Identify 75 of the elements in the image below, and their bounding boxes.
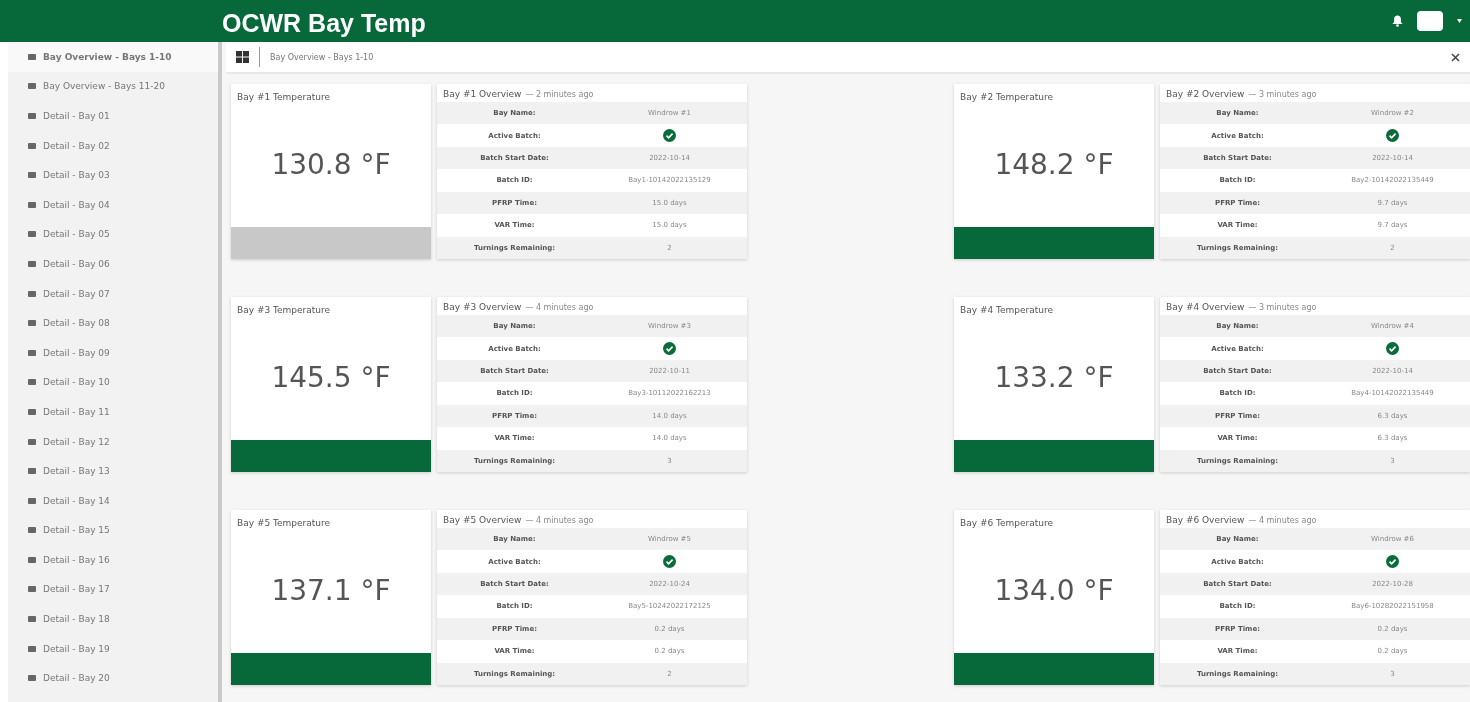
sidebar-item[interactable]: Detail - Bay 09 [8, 337, 218, 368]
temperature-reading: 130.8 °F [270, 147, 392, 183]
update-time: — 4 minutes ago [525, 303, 594, 312]
sidebar-item[interactable]: Detail - Bay 07 [8, 278, 218, 309]
sidebar-item[interactable]: Detail - Bay 15 [8, 515, 218, 546]
temperature-reading: 145.5 °F [270, 360, 392, 396]
card-title: Bay #3 Temperature [236, 304, 331, 315]
dashboard-icon [28, 231, 36, 238]
sidebar-item[interactable]: Detail - Bay 13 [8, 456, 218, 486]
sidebar-item[interactable]: Bay Overview - Bays 11-20 [8, 71, 218, 102]
close-icon[interactable] [1451, 52, 1460, 62]
sidebar-item[interactable]: Detail - Bay 14 [8, 485, 218, 516]
card-title: Bay #3 Overview [443, 302, 522, 312]
dashboard-icon [28, 586, 36, 593]
app-title: OCWR Bay Temp [222, 8, 427, 38]
temperature-reading: 134.0 °F [993, 573, 1115, 609]
sidebar-item[interactable]: Bay Overview - Bays 1-10 [8, 42, 218, 72]
dashboard-icon [28, 172, 36, 179]
dashboard-icon [28, 616, 36, 623]
temperature-reading: 137.1 °F [270, 573, 392, 609]
update-time: — 3 minutes ago [1248, 90, 1317, 99]
caret-icon[interactable] [1457, 19, 1462, 23]
sidebar-item[interactable]: Detail - Bay 20 [8, 663, 218, 694]
sidebar-item[interactable]: Detail - Bay 17 [8, 574, 218, 605]
sidebar-item[interactable]: Detail - Bay 10 [8, 367, 218, 398]
grid-icon[interactable] [236, 51, 249, 63]
dashboard-icon [28, 556, 36, 563]
dashboard-icon [28, 527, 36, 534]
dashboard-icon [28, 201, 36, 208]
card-title: Bay #4 Temperature [959, 304, 1054, 315]
card-title: Bay #2 Temperature [959, 91, 1054, 102]
card-title: Bay #5 Overview [443, 515, 522, 525]
sidebar-item[interactable]: Detail - Bay 05 [8, 219, 218, 250]
dashboard-icon [28, 53, 36, 60]
dashboard-icon [28, 675, 36, 682]
dashboard-icon [28, 379, 36, 386]
sidebar-item[interactable]: Detail - Bay 06 [8, 249, 218, 279]
sidebar-item[interactable]: Detail - Bay 08 [8, 308, 218, 338]
card-title: Bay #5 Temperature [236, 517, 331, 528]
dashboard-icon [28, 408, 36, 415]
breadcrumb: Bay Overview - Bays 1-10 [270, 52, 375, 62]
sidebar-item[interactable]: Detail - Bay 04 [8, 189, 218, 220]
update-time: — 2 minutes ago [525, 90, 594, 99]
card-title: Bay #2 Overview [1166, 89, 1245, 99]
dashboard-icon [28, 83, 36, 90]
update-time: — 3 minutes ago [1248, 303, 1317, 312]
sidebar-item[interactable]: Detail - Bay 18 [8, 604, 218, 634]
sidebar-item[interactable]: Detail - Bay 03 [8, 160, 218, 190]
dashboard-icon [28, 438, 36, 445]
dashboard-icon [28, 645, 36, 652]
sidebar-item[interactable]: Detail - Bay 02 [8, 130, 218, 161]
card-title: Bay #1 Overview [443, 89, 522, 99]
card-title: Bay #6 Temperature [959, 517, 1054, 528]
temperature-reading: 148.2 °F [993, 147, 1115, 183]
sidebar-item[interactable]: Detail - Bay 01 [8, 101, 218, 131]
update-time: — 4 minutes ago [1248, 516, 1317, 525]
bell-icon[interactable] [1392, 15, 1403, 27]
sidebar-item[interactable]: Detail - Bay 19 [8, 633, 218, 664]
dashboard-icon [28, 349, 36, 356]
update-time: — 4 minutes ago [525, 516, 594, 525]
dashboard-icon [28, 290, 36, 297]
dashboard-icon [28, 320, 36, 327]
temperature-reading: 133.2 °F [993, 360, 1115, 396]
card-title: Bay #6 Overview [1166, 515, 1245, 525]
card-title: Bay #4 Overview [1166, 302, 1245, 312]
dashboard-icon [28, 468, 36, 475]
dashboard-icon [28, 142, 36, 149]
dashboard-icon [28, 113, 36, 119]
dashboard-icon [28, 497, 36, 504]
sidebar-item[interactable]: Detail - Bay 16 [8, 545, 218, 575]
sidebar-item[interactable]: Detail - Bay 12 [8, 426, 218, 457]
sidebar-item[interactable]: Detail - Bay 11 [8, 397, 218, 427]
card-title: Bay #1 Temperature [236, 91, 331, 102]
dashboard-icon [28, 260, 36, 267]
user-avatar[interactable] [1417, 11, 1443, 31]
